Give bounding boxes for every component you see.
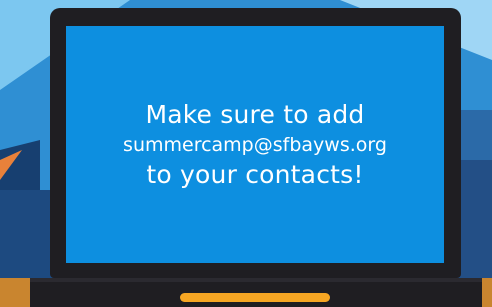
laptop-base bbox=[30, 278, 482, 307]
illustration: Make sure to add summercamp@sfbayws.org … bbox=[0, 0, 492, 307]
message-line-1: Make sure to add bbox=[145, 99, 365, 129]
laptop-base-lip bbox=[30, 278, 482, 282]
laptop-notch bbox=[180, 293, 330, 302]
email-address: summercamp@sfbayws.org bbox=[123, 133, 387, 156]
message-line-3: to your contacts! bbox=[146, 159, 364, 189]
laptop-screen: Make sure to add summercamp@sfbayws.org … bbox=[66, 26, 444, 263]
